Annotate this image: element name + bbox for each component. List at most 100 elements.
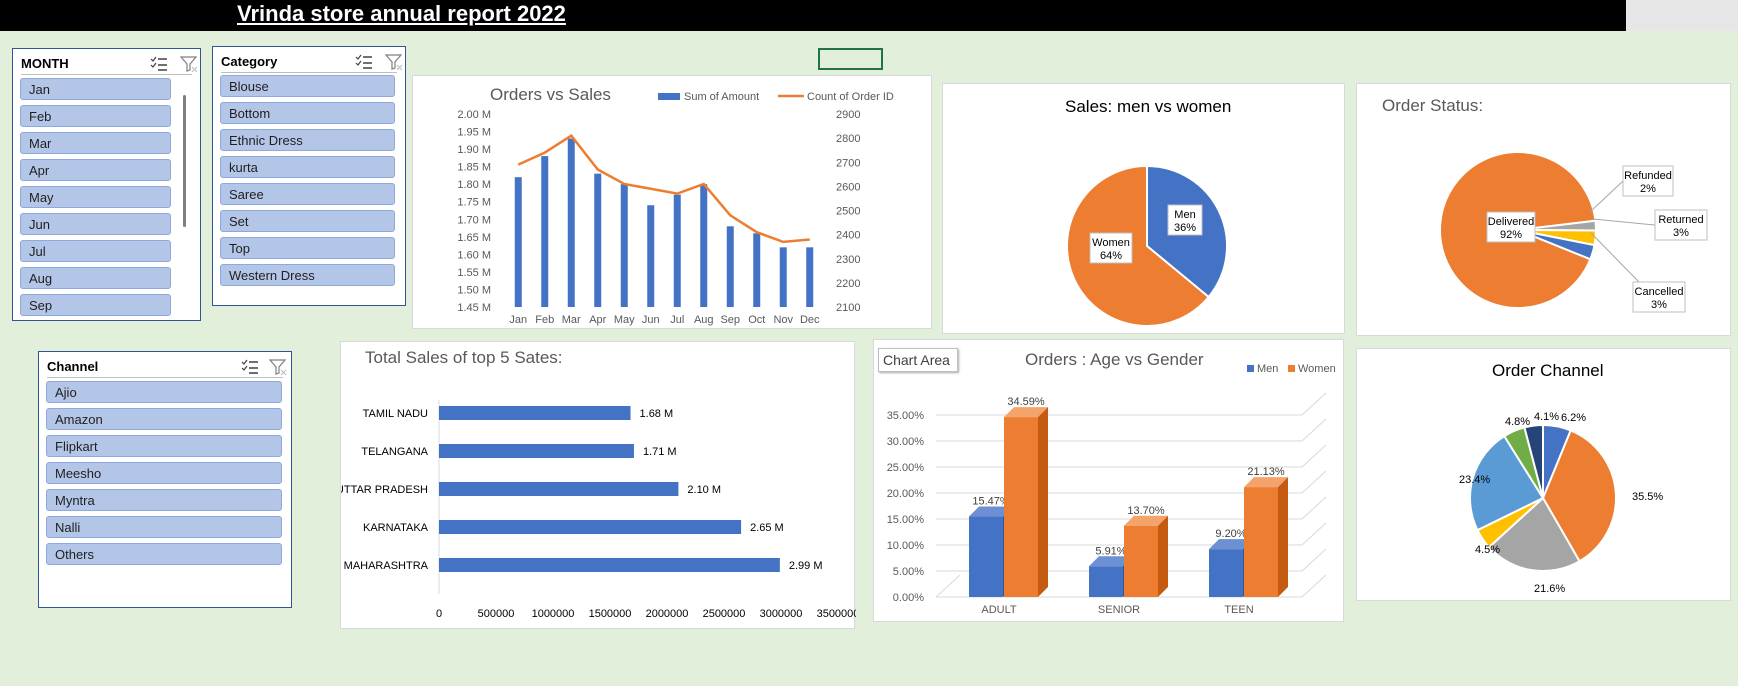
age-gender-chart[interactable]: Orders : Age vs Gender 0.00% 5.00% 10.00% 1… <box>873 339 1344 622</box>
multi-select-icon[interactable] <box>150 56 168 72</box>
gridline-depth <box>1301 574 1327 598</box>
status-data-label-category: Returned <box>1658 214 1703 226</box>
slicer-item-amazon[interactable]: Amazon <box>46 408 282 430</box>
x-axis-tick-label: 0 <box>436 608 442 620</box>
slicer-item-apr[interactable]: Apr <box>20 159 171 181</box>
men-data-label-value: 36% <box>1174 222 1196 234</box>
slicer-item-nalli[interactable]: Nalli <box>46 516 282 538</box>
y-axis-tick-label: 1.75 M <box>457 197 491 209</box>
slicer-item-feb[interactable]: Feb <box>20 105 171 127</box>
chart-area-tooltip: Chart Area <box>878 348 958 372</box>
amount-bar <box>620 184 628 307</box>
amount-bar <box>673 194 681 307</box>
bar-front <box>1209 549 1243 597</box>
month-slicer-header: MONTH <box>21 53 198 75</box>
gridline-depth <box>1301 444 1327 468</box>
slicer-item-jan[interactable]: Jan <box>20 78 171 100</box>
y-axis-tick-label: 30.00% <box>887 436 925 448</box>
y-axis-tick-label: 1.65 M <box>457 232 491 244</box>
x-axis-tick-label: SENIOR <box>1098 604 1140 616</box>
multi-select-icon[interactable] <box>355 54 373 70</box>
clear-filter-icon[interactable] <box>269 358 287 376</box>
slicer-item-ajio[interactable]: Ajio <box>46 381 282 403</box>
slice-data-label: 4.5% <box>1475 544 1500 556</box>
secondary-y-axis-tick-label: 2800 <box>836 133 860 145</box>
slicer-item-meesho[interactable]: Meesho <box>46 462 282 484</box>
y-axis-tick-label: 1.45 M <box>457 302 491 314</box>
order-status-chart[interactable]: Order Status: Delivered 92% Refunded 2% Retu… <box>1356 83 1731 336</box>
clear-filter-icon[interactable] <box>385 53 403 71</box>
slicer-item-myntra[interactable]: Myntra <box>46 489 282 511</box>
x-axis-tick-label: Jan <box>509 314 527 326</box>
x-axis-tick-label: 500000 <box>478 608 515 620</box>
slicer-item-sep[interactable]: Sep <box>20 294 171 316</box>
multi-select-icon[interactable] <box>241 359 259 375</box>
y-axis-tick-label: MAHARASHTRA <box>344 560 429 572</box>
sales-gender-chart[interactable]: Sales: men vs women Men 36% Women 64% <box>942 83 1345 334</box>
top-states-chart[interactable]: Total Sales of top 5 Sates: TAMIL NADU 1.… <box>340 341 856 629</box>
slicer-item-jul[interactable]: Jul <box>20 240 171 262</box>
order-channel-chart[interactable]: Order Channel 6.2% 35.5% 21.6% 4.5% 23.4% 4.8… <box>1356 348 1731 601</box>
x-axis-tick-label: May <box>614 314 635 326</box>
slicer-item-top[interactable]: Top <box>220 237 395 259</box>
month-slicer-scrollbar[interactable] <box>183 95 186 227</box>
state-bar <box>439 482 679 496</box>
legend-label: Women <box>1298 363 1336 375</box>
leader-line <box>1589 180 1624 213</box>
slicer-item-western-dress[interactable]: Western Dress <box>220 264 395 286</box>
gridline-depth <box>1301 470 1327 494</box>
orders-vs-sales-plot: 1.45 M 1.50 M 1.55 M 1.60 M 1.65 M 1.70 M 1.75… <box>457 91 894 326</box>
legend-label: Men <box>1257 363 1278 375</box>
y-axis-tick-label: UTTAR PRADESH <box>341 484 428 496</box>
x-axis-tick-label: 3000000 <box>760 608 803 620</box>
slicer-item-ethnic-dress[interactable]: Ethnic Dress <box>220 129 395 151</box>
y-axis-tick-label: 35.00% <box>887 410 925 422</box>
slicer-item-jun[interactable]: Jun <box>20 213 171 235</box>
slicer-item-mar[interactable]: Mar <box>20 132 171 154</box>
amount-bar <box>700 184 708 307</box>
slicer-item-blouse[interactable]: Blouse <box>220 75 395 97</box>
y-axis-tick-label: 15.00% <box>887 514 925 526</box>
bar-front <box>969 516 1003 597</box>
status-data-label-value: 3% <box>1673 227 1689 239</box>
x-axis-tick-label: Jun <box>642 314 660 326</box>
gridline-depth <box>1301 418 1327 442</box>
channel-slicer-title: Channel <box>47 359 99 374</box>
y-axis-tick-label: 1.85 M <box>457 162 491 174</box>
slicer-item-set[interactable]: Set <box>220 210 395 232</box>
x-axis-tick-label: Aug <box>694 314 714 326</box>
slicer-item-aug[interactable]: Aug <box>20 267 171 289</box>
amount-bar <box>567 138 575 307</box>
header-gap <box>1626 0 1738 31</box>
y-axis-tick-label: 1.60 M <box>457 249 491 261</box>
leader-line <box>1592 218 1656 226</box>
x-axis-tick-label: Apr <box>589 314 606 326</box>
channel-slicer-header: Channel <box>47 356 287 378</box>
slicer-item-others[interactable]: Others <box>46 543 282 565</box>
x-axis-tick-label: TEEN <box>1224 604 1253 616</box>
legend-swatch-men <box>1247 365 1254 372</box>
clear-filter-icon[interactable] <box>180 55 198 73</box>
y-axis-tick-label: 25.00% <box>887 462 925 474</box>
slicer-item-flipkart[interactable]: Flipkart <box>46 435 282 457</box>
sales-gender-pie: Men36% Women64% <box>1066 164 1228 327</box>
slice-data-label: 4.8% <box>1505 416 1530 428</box>
slicer-item-kurta[interactable]: kurta <box>220 156 395 178</box>
orders-vs-sales-chart[interactable]: Orders vs Sales 1.45 M 1.50 M 1.55 M 1.60 M… <box>412 75 932 329</box>
bar-data-label: 9.20% <box>1215 528 1246 540</box>
bar-data-label: 2.99 M <box>789 560 823 572</box>
x-axis-tick-label: 1000000 <box>532 608 575 620</box>
status-data-label-category: Cancelled <box>1635 286 1684 298</box>
slicer-item-bottom[interactable]: Bottom <box>220 102 395 124</box>
top-states-plot: TAMIL NADU 1.68 M TELANGANA 1.71 M UTTAR PRA… <box>341 400 856 620</box>
status-data-label-value: 3% <box>1651 299 1667 311</box>
bar-front <box>1124 525 1158 597</box>
report-title: Vrinda store annual report 2022 <box>237 1 566 26</box>
axis-depth <box>935 574 961 598</box>
slicer-item-saree[interactable]: Saree <box>220 183 395 205</box>
active-cell-selection[interactable] <box>818 48 883 70</box>
slicer-item-may[interactable]: May <box>20 186 171 208</box>
amount-bar <box>806 247 814 307</box>
gridline-depth <box>1301 522 1327 546</box>
x-axis-tick-label: Jul <box>670 314 684 326</box>
